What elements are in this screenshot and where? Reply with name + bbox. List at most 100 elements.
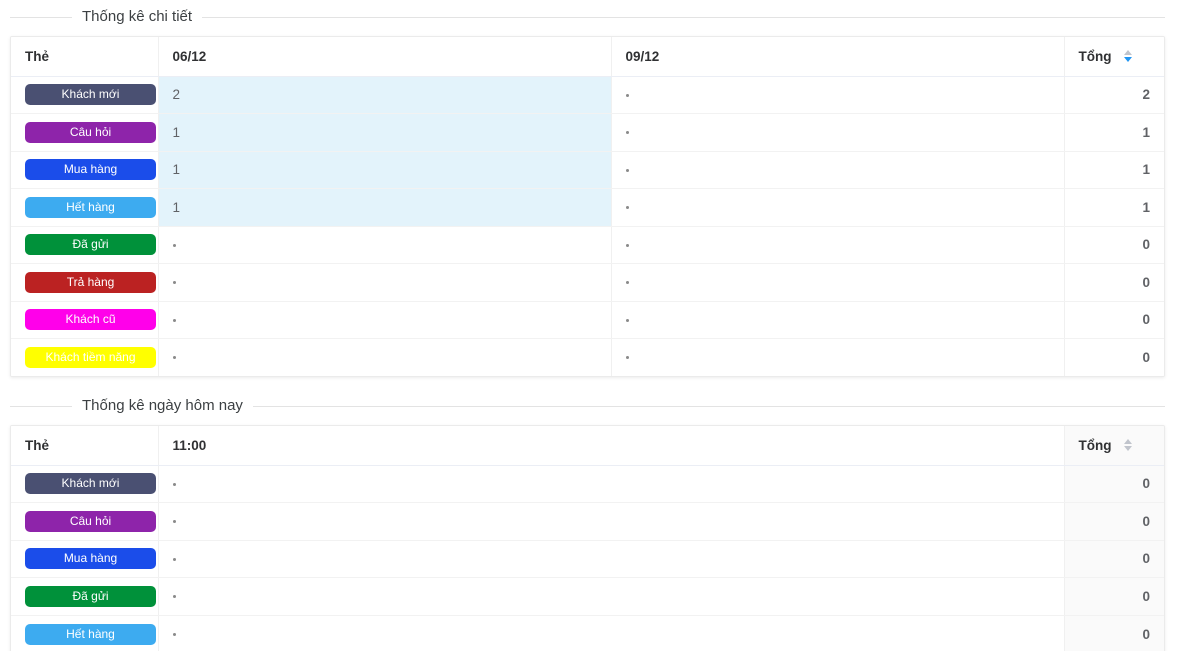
total-cell: 0 (1064, 226, 1164, 264)
table-row: Mua hàng 1 1 (11, 151, 1164, 189)
detailed-stats-table-wrapper: Thẻ 06/12 09/12 Tổng Khách mới 2 2 Câu h… (10, 36, 1165, 377)
today-stats-title: Thống kê ngày hôm nay (72, 395, 253, 417)
stats-page: Thống kê chi tiết Thẻ 06/12 09/12 Tổng K… (0, 0, 1200, 651)
table-row: Câu hỏi 1 1 (11, 113, 1164, 152)
value-cell (611, 113, 1065, 152)
tag-badge[interactable]: Mua hàng (25, 548, 156, 570)
tag-badge[interactable]: Trả hàng (25, 271, 156, 293)
total-cell: 0 (1064, 465, 1164, 503)
tag-cell: Khách tiềm năng (11, 338, 159, 376)
column-header-total-label-today: Tổng (1078, 437, 1112, 453)
value-cell (611, 188, 1065, 227)
today-stats-table-body: Khách mới 0 Câu hỏi 0 Mua hàng 0 Đã gửi 0 Hết hà… (11, 465, 1164, 651)
value-cell (158, 540, 1065, 578)
empty-value-dot-icon (172, 482, 176, 486)
tag-badge[interactable]: Câu hỏi (25, 121, 156, 143)
sort-caret-icon[interactable] (1122, 437, 1134, 453)
caret-up-icon (1124, 50, 1132, 56)
detailed-stats-table-body: Khách mới 2 2 Câu hỏi 1 1 Mua hàng 1 1 Hết hàng 1 1… (11, 76, 1164, 376)
section-legend-bar: Thống kê chi tiết (10, 6, 1165, 28)
total-cell: 0 (1064, 540, 1164, 578)
tag-badge[interactable]: Mua hàng (25, 159, 156, 181)
value-cell (611, 226, 1065, 264)
tag-badge[interactable]: Khách cũ (25, 309, 156, 331)
empty-value-dot-icon (625, 93, 629, 97)
value-cell: 1 (158, 151, 612, 189)
tag-cell: Khách mới (11, 465, 159, 503)
detailed-stats-section: Thống kê chi tiết Thẻ 06/12 09/12 Tổng K… (10, 6, 1165, 377)
column-header-date-2[interactable]: 09/12 (611, 37, 1065, 77)
table-row: Hết hàng 0 (11, 615, 1164, 651)
tag-cell: Hết hàng (11, 188, 159, 227)
empty-value-dot-icon (172, 595, 176, 599)
table-row: Khách mới 0 (11, 465, 1164, 503)
tag-badge[interactable]: Khách mới (25, 84, 156, 106)
value-cell (611, 151, 1065, 189)
table-row: Đã gửi 0 (11, 577, 1164, 616)
empty-value-dot-icon (172, 520, 176, 524)
tag-badge[interactable]: Câu hỏi (25, 510, 156, 532)
header-row: Thẻ 06/12 09/12 Tổng (11, 37, 1164, 77)
value-cell (158, 502, 1065, 541)
legend-rule-left (10, 17, 70, 18)
empty-value-dot-icon (625, 281, 629, 285)
total-cell: 0 (1064, 615, 1164, 651)
column-header-tag-today[interactable]: Thẻ (11, 426, 159, 466)
value-cell (611, 263, 1065, 302)
table-row: Đã gửi 0 (11, 226, 1164, 264)
total-cell: 0 (1064, 577, 1164, 616)
tag-cell: Câu hỏi (11, 502, 159, 541)
detailed-stats-title: Thống kê chi tiết (72, 6, 203, 28)
value-cell (611, 338, 1065, 376)
empty-value-dot-icon (625, 356, 629, 360)
column-header-date-1[interactable]: 06/12 (158, 37, 612, 77)
column-header-total[interactable]: Tổng (1064, 37, 1164, 77)
value-cell (158, 465, 1065, 503)
tag-badge[interactable]: Khách mới (25, 473, 156, 495)
tag-cell: Khách mới (11, 76, 159, 114)
value-cell (158, 263, 612, 302)
total-cell: 1 (1064, 113, 1164, 152)
caret-up-icon (1124, 439, 1132, 445)
column-header-tag[interactable]: Thẻ (11, 37, 159, 77)
total-cell: 0 (1064, 502, 1164, 541)
tag-cell: Trả hàng (11, 263, 159, 302)
value-cell: 1 (158, 188, 612, 227)
total-cell: 2 (1064, 76, 1164, 114)
detailed-stats-table-header: Thẻ 06/12 09/12 Tổng (11, 37, 1164, 77)
today-stats-table: Thẻ 11:00 Tổng Khách mới 0 Câu hỏi 0 Mua… (11, 426, 1164, 651)
tag-cell: Đã gửi (11, 577, 159, 616)
total-cell: 0 (1064, 301, 1164, 339)
sort-caret-icon[interactable] (1122, 48, 1134, 64)
empty-value-dot-icon (172, 281, 176, 285)
table-row: Trả hàng 0 (11, 263, 1164, 302)
total-cell: 1 (1064, 188, 1164, 227)
tag-badge[interactable]: Khách tiềm năng (25, 347, 156, 368)
tag-badge[interactable]: Hết hàng (25, 196, 156, 218)
section-legend-bar-today: Thống kê ngày hôm nay (10, 395, 1165, 417)
today-stats-section: Thống kê ngày hôm nay Thẻ 11:00 Tổng Khá… (10, 395, 1165, 651)
empty-value-dot-icon (172, 318, 176, 322)
caret-down-icon (1124, 446, 1132, 452)
tag-badge[interactable]: Hết hàng (25, 623, 156, 645)
table-row: Khách mới 2 2 (11, 76, 1164, 114)
tag-badge[interactable]: Đã gửi (25, 585, 156, 607)
value-cell (158, 615, 1065, 651)
value-cell: 2 (158, 76, 612, 114)
column-header-total-today[interactable]: Tổng (1064, 426, 1164, 466)
total-cell: 0 (1064, 338, 1164, 376)
tag-badge[interactable]: Đã gửi (25, 234, 156, 256)
empty-value-dot-icon (625, 243, 629, 247)
empty-value-dot-icon (172, 557, 176, 561)
header-row: Thẻ 11:00 Tổng (11, 426, 1164, 466)
column-header-time[interactable]: 11:00 (158, 426, 1065, 466)
empty-value-dot-icon (625, 168, 629, 172)
today-stats-table-wrapper: Thẻ 11:00 Tổng Khách mới 0 Câu hỏi 0 Mua… (10, 425, 1165, 651)
tag-cell: Đã gửi (11, 226, 159, 264)
tag-cell: Hết hàng (11, 615, 159, 651)
empty-value-dot-icon (625, 318, 629, 322)
value-cell (158, 226, 612, 264)
empty-value-dot-icon (172, 243, 176, 247)
empty-value-dot-icon (172, 356, 176, 360)
detailed-stats-table: Thẻ 06/12 09/12 Tổng Khách mới 2 2 Câu h… (11, 37, 1164, 376)
